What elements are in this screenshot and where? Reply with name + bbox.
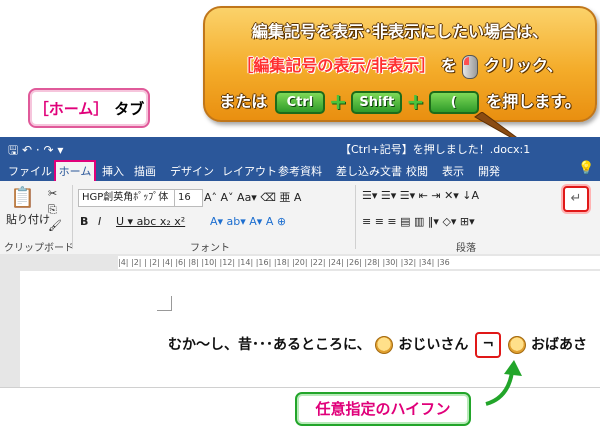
vertical-ruler xyxy=(0,271,21,387)
optional-hyphen-label: 任意指定のハイフン xyxy=(295,392,471,426)
key-paren: ( xyxy=(428,91,479,114)
paste-icon[interactable]: 📋 xyxy=(10,185,35,209)
separator xyxy=(72,185,73,249)
copy-icon[interactable]: ⎘ xyxy=(48,203,57,217)
plus-icon: + xyxy=(406,90,425,115)
callout-line-2-after: を xyxy=(440,56,457,75)
margin-corner-mark xyxy=(157,296,172,311)
italic-icon[interactable]: I xyxy=(98,215,101,228)
key-ctrl: Ctrl xyxy=(274,91,325,114)
ribbon: 📋 貼り付け ✂ ⎘ 🖌 クリップボード HGP創英角ﾎﾟｯﾌﾟ体 16 A˄ … xyxy=(0,181,600,255)
cut-icon[interactable]: ✂ xyxy=(48,187,57,200)
tab-developer[interactable]: 開発 xyxy=(478,163,500,179)
separator xyxy=(355,185,356,249)
underline-icon[interactable]: U ▾ abc x₂ x² xyxy=(116,215,185,228)
bracket-open: ［ xyxy=(33,99,49,118)
callout-line-3-suffix: を押します。 xyxy=(486,92,581,111)
old-woman-icon xyxy=(508,336,527,354)
home-tab-label: ［ ホーム ］ タブ xyxy=(28,88,150,128)
format-painter-icon[interactable]: 🖌 xyxy=(48,219,62,232)
instruction-callout: 編集記号を表示･非表示にしたい場合は、 ［編集記号の表示/非表示］ を クリック… xyxy=(203,6,597,122)
lightbulb-icon[interactable]: 💡 xyxy=(578,161,594,176)
tab-layout[interactable]: レイアウト xyxy=(222,163,277,179)
tab-review[interactable]: 校閲 xyxy=(406,163,428,179)
document-text[interactable]: むか～し、昔･･･あるところに、 おじいさん ¬ おばあさ xyxy=(168,332,587,358)
bracket-close: ］ xyxy=(93,99,109,118)
tab-home[interactable]: ホーム xyxy=(54,160,96,183)
font-size-box[interactable]: 16 xyxy=(174,189,203,207)
bullets-icon[interactable]: ☰▾ ☰▾ ☰▾ ⇤ ⇥ ✕▾ ↓A xyxy=(362,189,479,202)
green-arrow-icon xyxy=(485,360,522,406)
mouse-icon xyxy=(462,54,479,79)
ruler-ticks: |4| |2| | |2| |4| |6| |8| |10| |12| |14|… xyxy=(118,256,600,269)
tab-view[interactable]: 表示 xyxy=(442,163,464,179)
tab-draw[interactable]: 描画 xyxy=(134,163,156,179)
paragraph-group-label: 段落 xyxy=(456,243,476,254)
plus-icon: + xyxy=(328,90,348,115)
tab-design[interactable]: デザイン xyxy=(170,163,214,179)
title-bar: 🖫 ↶ · ↷ ▾ 【Ctrl+記号】を押しました！.docx:1 xyxy=(0,137,600,159)
callout-line-3: または Ctrl + Shift +( を押します。 xyxy=(205,88,595,115)
align-icons[interactable]: ≡ ≡ ≡ ▤ ▥ ‖▾ ◇▾ ⊞▾ xyxy=(362,215,475,228)
font-name-box[interactable]: HGP創英角ﾎﾟｯﾌﾟ体 xyxy=(78,189,175,207)
old-man-icon xyxy=(375,336,394,354)
callout-line-3-prefix: または xyxy=(219,92,268,111)
clipboard-group-label: クリップボード xyxy=(4,243,74,254)
tab-references[interactable]: 参考資料 xyxy=(278,163,322,179)
tab-mailings[interactable]: 差し込み文書 xyxy=(336,163,402,179)
grow-font-icon[interactable]: A˄ A˅ Aa▾ ⌫ 亜 A xyxy=(204,189,301,205)
ribbon-tabs: ファイル ホーム 挿入 描画 デザイン レイアウト 参考資料 差し込み文書 校閲… xyxy=(0,159,600,183)
callout-line-2: ［編集記号の表示/非表示］ を クリック、 xyxy=(205,52,595,79)
tab-suffix: タブ xyxy=(114,99,145,118)
window-title: 【Ctrl+記号】を押しました！.docx:1 xyxy=(340,143,531,156)
show-hide-marks-button[interactable]: ↵ xyxy=(563,186,589,212)
callout-line-1: 編集記号を表示･非表示にしたい場合は、 xyxy=(251,22,548,41)
callout-line-2-end: クリック、 xyxy=(484,56,563,75)
bold-icon[interactable]: B xyxy=(80,215,88,228)
horizontal-ruler: |4| |2| | |2| |4| |6| |8| |10| |12| |14|… xyxy=(0,254,600,272)
paste-button[interactable]: 貼り付け xyxy=(6,211,50,227)
tab-insert[interactable]: 挿入 xyxy=(102,163,124,179)
text-after: おばあさ xyxy=(530,337,587,353)
command-name: ［編集記号の表示/非表示］ xyxy=(237,56,436,75)
text-mid: おじいさん xyxy=(398,337,469,353)
home-text: ホーム xyxy=(48,99,94,118)
key-shift: Shift xyxy=(351,91,403,114)
tab-file[interactable]: ファイル xyxy=(8,163,52,179)
optional-hyphen-mark: ¬ xyxy=(475,332,502,358)
text-effects-icon[interactable]: A▾ ab▾ A▾ A ⊕ xyxy=(210,215,286,228)
font-group-label: フォント xyxy=(190,243,230,254)
text-before: むか～し、昔･･･あるところに、 xyxy=(168,337,371,353)
